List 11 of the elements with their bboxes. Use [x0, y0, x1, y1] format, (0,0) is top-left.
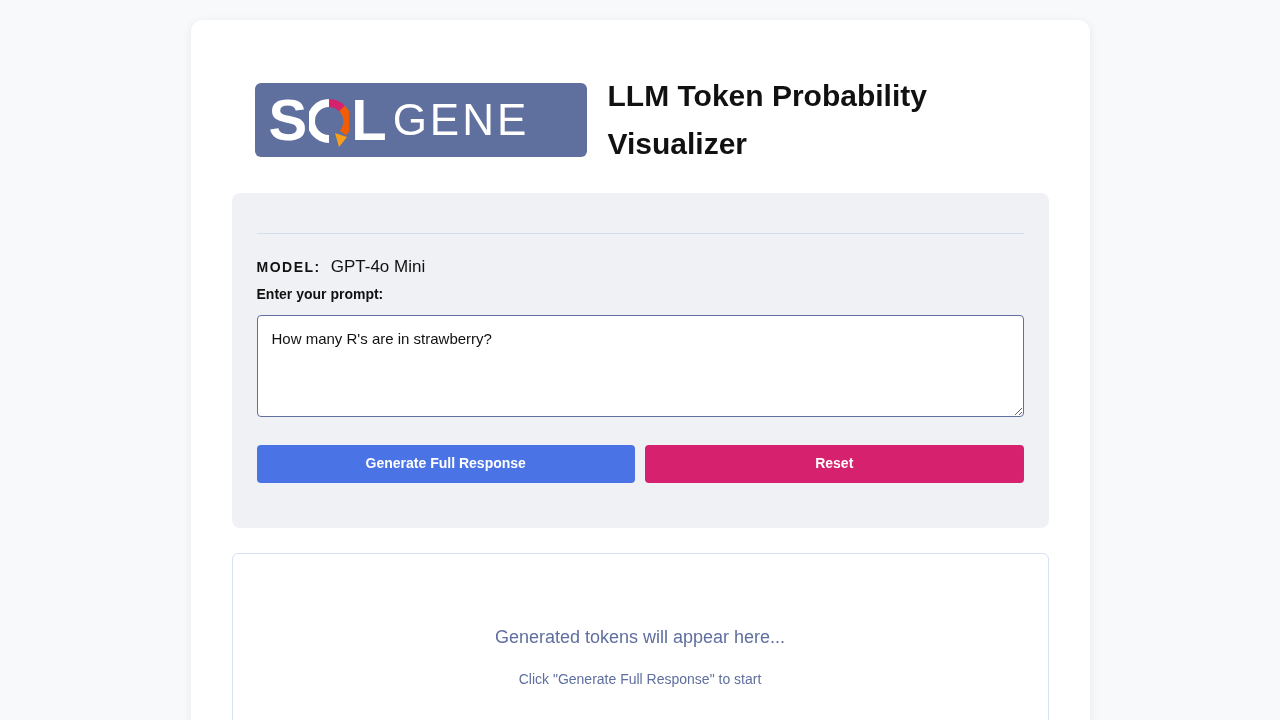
generate-button[interactable]: Generate Full Response [256, 444, 635, 483]
app-title: LLM Token Probability Visualizer [607, 78, 928, 162]
prompt-label: Enter your prompt: [256, 284, 385, 304]
model-name: GPT-4o Mini [330, 256, 426, 278]
empty-output-message: Generated tokens will appear here... [494, 625, 786, 649]
ring-logo-icon [309, 97, 350, 147]
model-label: MODEL: [256, 258, 321, 277]
company-logo: S L GENE [254, 83, 587, 157]
output-hint: Click "Generate Full Response" to start [518, 669, 762, 689]
reset-button[interactable]: Reset [645, 444, 1024, 483]
prompt-input[interactable]: How many R's are in strawberry? [256, 314, 1024, 417]
